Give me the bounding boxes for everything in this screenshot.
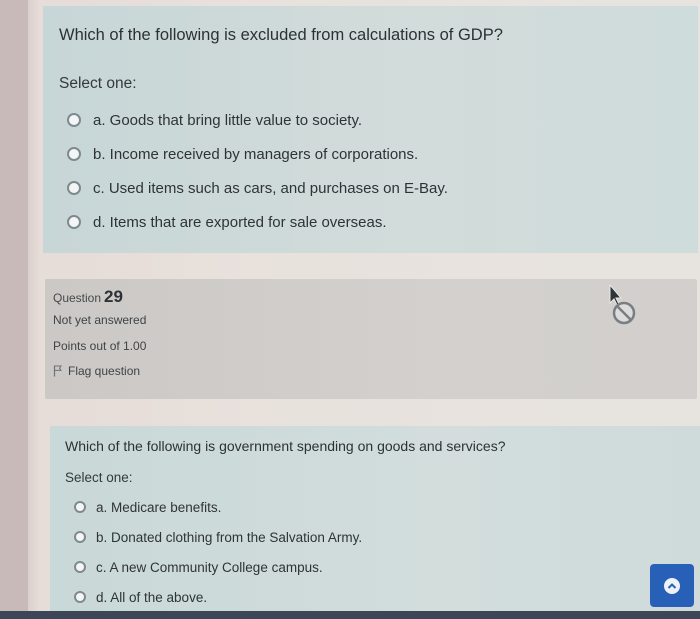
- question-grade: Points out of 1.00: [53, 339, 147, 353]
- scroll-to-top-button[interactable]: [650, 564, 694, 607]
- answer-option-b[interactable]: b. Donated clothing from the Salvation A…: [74, 522, 362, 552]
- flag-question-link[interactable]: Flag question: [53, 364, 140, 378]
- radio-button[interactable]: [67, 147, 81, 161]
- radio-button[interactable]: [67, 181, 81, 195]
- answer-option-a[interactable]: a. Goods that bring little value to soci…: [67, 103, 448, 137]
- answer-option-d[interactable]: d. Items that are exported for sale over…: [67, 205, 448, 239]
- select-one-prompt: Select one:: [65, 470, 133, 485]
- bottom-bar: [0, 611, 700, 619]
- radio-button[interactable]: [74, 501, 86, 513]
- question-state: Not yet answered: [53, 313, 147, 327]
- answer-option-a[interactable]: a. Medicare benefits.: [74, 492, 362, 522]
- answer-label: a. Medicare benefits.: [96, 499, 222, 515]
- radio-button[interactable]: [74, 531, 86, 543]
- select-one-prompt: Select one:: [59, 75, 137, 92]
- answer-label: c. A new Community College campus.: [96, 559, 323, 575]
- question-number-value: 29: [104, 287, 123, 306]
- answer-option-c[interactable]: c. A new Community College campus.: [74, 552, 362, 582]
- question-info-box: Question 29 Not yet answered Points out o…: [45, 279, 697, 399]
- question-text: Which of the following is excluded from …: [59, 26, 503, 44]
- question-29-content: Which of the following is government spe…: [50, 426, 700, 619]
- flag-question-label: Flag question: [68, 364, 141, 378]
- answer-label: c. Used items such as cars, and purchase…: [93, 179, 448, 197]
- radio-button[interactable]: [74, 561, 86, 573]
- flag-icon: [53, 365, 62, 377]
- answer-option-d[interactable]: d. All of the above.: [74, 582, 362, 612]
- radio-button[interactable]: [67, 215, 81, 229]
- question-number-label: Question: [53, 291, 102, 305]
- radio-button[interactable]: [74, 591, 86, 603]
- question-text: Which of the following is government spe…: [65, 438, 506, 454]
- answer-list: a. Medicare benefits. b. Donated clothin…: [74, 492, 362, 612]
- question-28-content: Which of the following is excluded from …: [43, 6, 698, 253]
- answer-label: a. Goods that bring little value to soci…: [93, 111, 363, 129]
- question-number: Question 29: [53, 287, 123, 307]
- answer-label: d. All of the above.: [96, 589, 208, 605]
- answer-list: a. Goods that bring little value to soci…: [67, 103, 448, 239]
- answer-option-b[interactable]: b. Income received by managers of corpor…: [67, 137, 448, 171]
- page-margin: [0, 0, 28, 619]
- chevron-up-icon: [664, 577, 680, 594]
- radio-button[interactable]: [67, 113, 81, 127]
- answer-label: b. Income received by managers of corpor…: [93, 145, 419, 163]
- answer-option-c[interactable]: c. Used items such as cars, and purchase…: [67, 171, 448, 205]
- answer-label: b. Donated clothing from the Salvation A…: [96, 529, 363, 545]
- answer-label: d. Items that are exported for sale over…: [93, 213, 387, 231]
- not-allowed-cursor-icon: [609, 283, 636, 325]
